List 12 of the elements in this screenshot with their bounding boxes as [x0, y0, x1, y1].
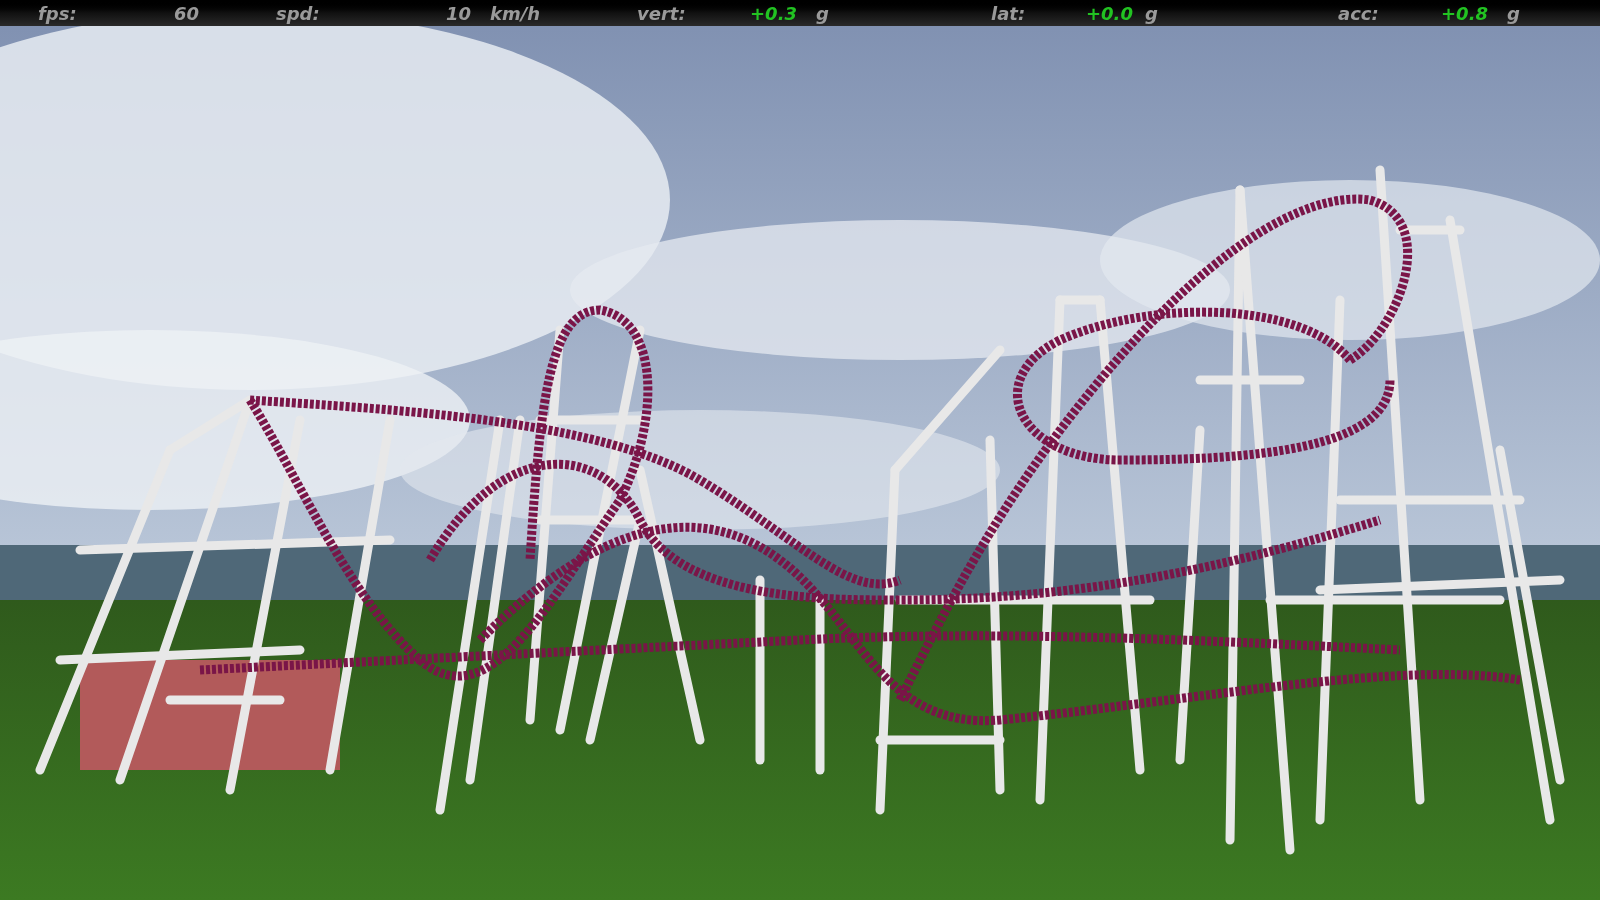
reading-value: 10	[444, 1, 472, 26]
reading-label: acc:	[1338, 1, 1380, 26]
reading-unit: g	[815, 1, 830, 26]
reading-value: +0.8	[1440, 1, 1489, 26]
reading-value: 60	[172, 1, 200, 26]
reading-label: fps:	[38, 1, 78, 26]
reading-label: vert:	[637, 1, 687, 26]
reading-label: spd:	[276, 1, 321, 26]
reading-unit: g	[1144, 1, 1159, 26]
reading-label: lat:	[991, 1, 1027, 26]
reading-value: +0.3	[749, 1, 798, 26]
reading-unit: g	[1506, 1, 1521, 26]
